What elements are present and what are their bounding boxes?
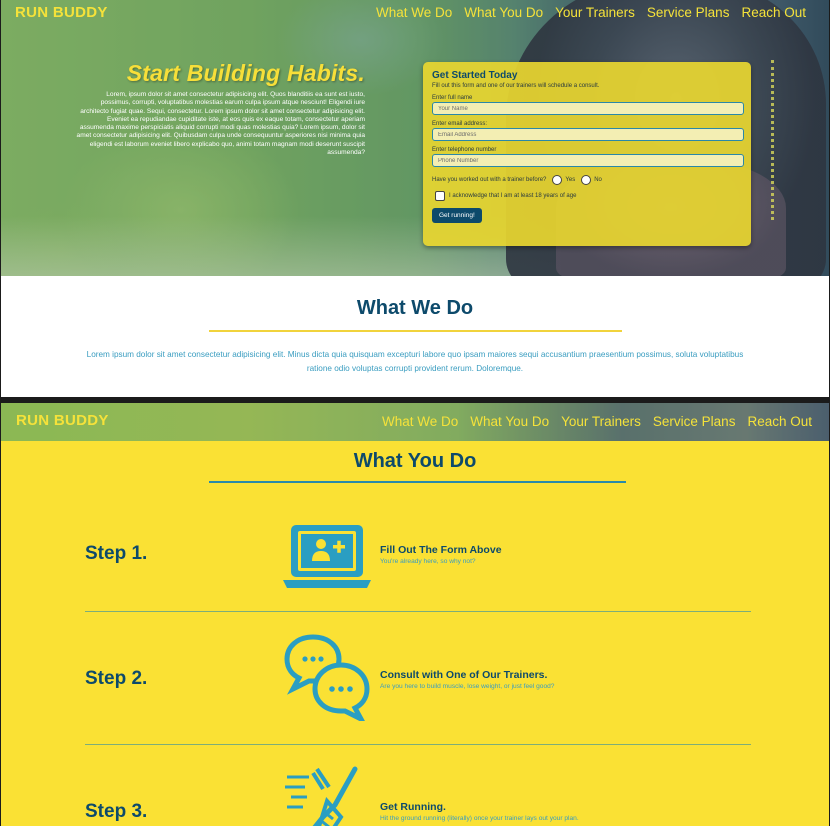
- nav-your-trainers[interactable]: Your Trainers: [561, 414, 641, 429]
- step-divider: [85, 744, 751, 746]
- email-input[interactable]: [432, 128, 744, 141]
- name-input[interactable]: [432, 102, 744, 115]
- step-title: Fill Out The Form Above: [380, 544, 502, 556]
- nav-reach-out[interactable]: Reach Out: [747, 414, 812, 429]
- email-label: Enter email address:: [432, 121, 488, 127]
- form-title: Get Started Today: [432, 70, 518, 81]
- nav-what-we-do[interactable]: What We Do: [376, 5, 452, 20]
- radio-yes-label: Yes: [565, 177, 576, 183]
- nav-menu: What We Do What You Do Your Trainers Ser…: [376, 5, 806, 20]
- nav-service-plans[interactable]: Service Plans: [653, 414, 736, 429]
- what-you-do-divider: [209, 481, 626, 483]
- chat-bubbles-icon: [284, 634, 370, 721]
- what-we-do-divider: [208, 330, 622, 332]
- hero-strap: [771, 60, 811, 220]
- what-you-do-title: What You Do: [353, 450, 477, 472]
- step-text: Are you here to build muscle, lose weigh…: [380, 683, 555, 690]
- page-screenshot-top: RUN BUDDY What We Do What You Do Your Tr…: [1, 0, 829, 397]
- radio-yes[interactable]: [552, 175, 563, 185]
- nav-service-plans[interactable]: Service Plans: [647, 5, 730, 20]
- page-screenshot-bottom: RUN BUDDY What We Do What You Do Your Tr…: [1, 403, 829, 826]
- radio-no[interactable]: [581, 175, 592, 185]
- what-we-do-text: Lorem ipsum dolor sit amet consectetur a…: [86, 349, 744, 373]
- step-3: Step 3. Get Running. Hit the ground runn…: [85, 763, 751, 826]
- brand-logo[interactable]: RUN BUDDY: [15, 4, 108, 21]
- site-header-sticky: RUN BUDDY What We Do What You Do Your Tr…: [1, 403, 829, 441]
- step-title: Get Running.: [380, 801, 446, 813]
- hero-section: RUN BUDDY What We Do What You Do Your Tr…: [1, 0, 829, 276]
- nav-menu-sticky: What We Do What You Do Your Trainers Ser…: [382, 414, 812, 429]
- brand-logo-sticky[interactable]: RUN BUDDY: [16, 412, 109, 429]
- nav-what-you-do[interactable]: What You Do: [470, 414, 549, 429]
- running-shoe-icon: [285, 766, 358, 826]
- what-we-do-title: What We Do: [356, 297, 474, 319]
- hero-text: Lorem, ipsum dolor sit amet consectetur …: [76, 91, 365, 157]
- acknowledge-row: I acknowledge that I am at least 18 year…: [435, 191, 742, 201]
- name-label: Enter full name: [432, 95, 473, 101]
- nav-what-we-do[interactable]: What We Do: [382, 414, 458, 429]
- radio-no-label: No: [594, 177, 602, 183]
- acknowledge-label: I acknowledge that I am at least 18 year…: [449, 193, 577, 199]
- submit-button[interactable]: Get running!: [432, 208, 482, 223]
- site-header: RUN BUDDY What We Do What You Do Your Tr…: [1, 0, 829, 30]
- phone-label: Enter telephone number: [432, 147, 497, 153]
- laptop-add-user-icon: [283, 525, 371, 588]
- nav-your-trainers[interactable]: Your Trainers: [555, 5, 635, 20]
- form-subtitle: Fill out this form and one of our traine…: [432, 83, 600, 89]
- nav-what-you-do[interactable]: What You Do: [464, 5, 543, 20]
- nav-reach-out[interactable]: Reach Out: [741, 5, 806, 20]
- step-label: Step 2.: [85, 668, 148, 689]
- step-divider: [85, 611, 751, 613]
- step-label: Step 3.: [85, 801, 148, 822]
- step-title: Consult with One of Our Trainers.: [380, 669, 548, 681]
- step-1: Step 1. Fill Out The Form Above You're a…: [85, 513, 751, 613]
- step-label: Step 1.: [85, 543, 148, 564]
- hero-title: Start Building Habits.: [126, 60, 365, 86]
- acknowledge-checkbox[interactable]: [435, 191, 445, 201]
- get-started-form: Get Started Today Fill out this form and…: [423, 62, 751, 246]
- phone-input[interactable]: [432, 154, 744, 167]
- step-text: You're already here, so why not?: [380, 558, 476, 565]
- trainer-question-label: Have you worked out with a trainer befor…: [432, 177, 547, 183]
- trainer-question-row: Have you worked out with a trainer befor…: [432, 175, 742, 185]
- step-text: Hit the ground running (literally) once …: [380, 815, 579, 822]
- hero-copy: Start Building Habits. Lorem, ipsum dolo…: [75, 60, 365, 157]
- what-we-do-section: What We Do Lorem ipsum dolor sit amet co…: [1, 276, 829, 397]
- step-2: Step 2. Consult with One of Our Trainers…: [85, 631, 751, 731]
